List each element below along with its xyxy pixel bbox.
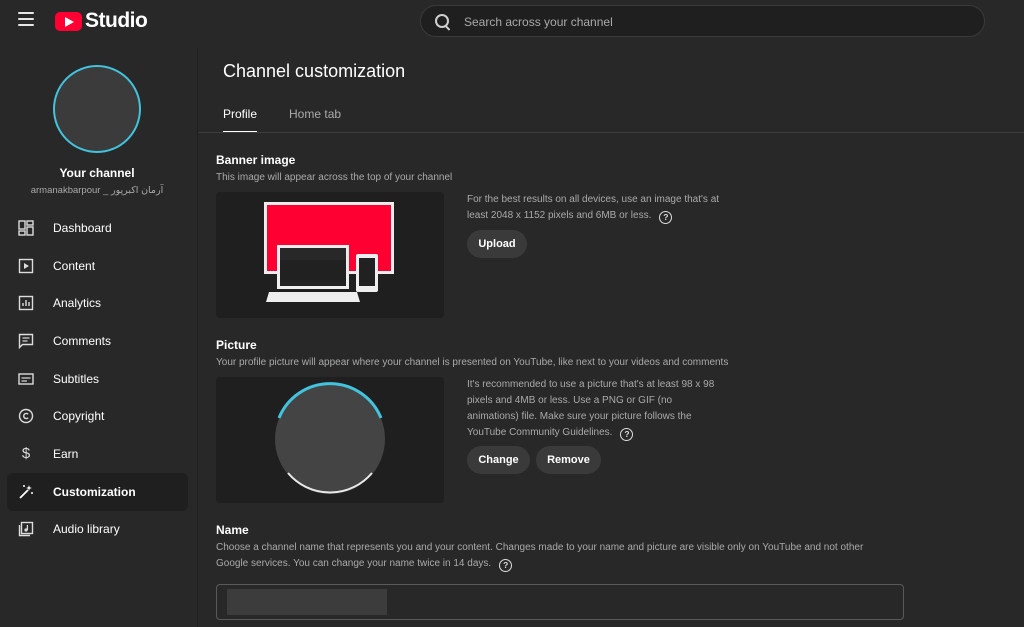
profile-picture-preview xyxy=(275,382,385,494)
sidebar-item-label: Customization xyxy=(53,484,136,499)
page-title: Channel customization xyxy=(223,61,406,81)
sidebar-item-dashboard[interactable]: Dashboard xyxy=(7,209,188,247)
picture-section-title: Picture xyxy=(216,338,257,352)
menu-icon[interactable] xyxy=(18,12,34,28)
sidebar-item-customization[interactable]: Customization xyxy=(7,472,188,511)
sidebar-item-analytics[interactable]: Analytics xyxy=(7,284,188,322)
picture-info-text: It's recommended to use a picture that's… xyxy=(467,379,715,438)
help-icon[interactable]: ? xyxy=(499,559,513,572)
sidebar-item-label: Content xyxy=(53,258,96,273)
picture-preview xyxy=(216,377,444,503)
sidebar-item-label: Subtitles xyxy=(53,371,100,386)
channel-title: Your channel xyxy=(59,166,135,180)
comments-icon xyxy=(18,333,34,349)
help-icon[interactable]: ? xyxy=(620,428,634,441)
sidebar-nav: Dashboard Content Analytics Comments Sub… xyxy=(7,209,188,548)
devices-illustration xyxy=(264,202,394,302)
sidebar-item-label: Comments xyxy=(53,333,112,348)
help-icon[interactable]: ? xyxy=(659,211,673,224)
picture-section-description: Your profile picture will appear where y… xyxy=(216,357,729,368)
channel-handle: armanakbarpour _ آرمان اکبرپور xyxy=(30,185,164,196)
sidebar: Your channel armanakbarpour _ آرمان اکبر… xyxy=(0,48,198,627)
top-bar: Studio xyxy=(0,0,1024,42)
main-content: Channel customization Profile Home tab B… xyxy=(199,42,1024,627)
sidebar-item-copyright[interactable]: Copyright xyxy=(7,397,188,435)
sidebar-item-subtitles[interactable]: Subtitles xyxy=(7,360,188,398)
tab-profile[interactable]: Profile xyxy=(223,102,258,133)
earn-icon: $ xyxy=(21,445,31,463)
audio-library-icon xyxy=(18,521,34,537)
sidebar-item-audio-library[interactable]: Audio library xyxy=(7,511,188,549)
sidebar-item-comments[interactable]: Comments xyxy=(7,322,188,360)
upload-button[interactable]: Upload xyxy=(467,230,527,258)
sidebar-item-label: Analytics xyxy=(53,296,102,311)
dashboard-icon xyxy=(18,220,34,236)
copyright-icon xyxy=(18,408,34,424)
search-input[interactable] xyxy=(464,13,964,31)
channel-name-field[interactable] xyxy=(216,584,904,620)
banner-section-description: This image will appear across the top of… xyxy=(216,172,453,183)
sidebar-item-earn[interactable]: $ Earn xyxy=(7,435,188,473)
name-section-description: Choose a channel name that represents yo… xyxy=(216,540,896,572)
search-bar[interactable] xyxy=(420,5,985,37)
redacted-name xyxy=(227,589,387,615)
channel-avatar[interactable] xyxy=(53,65,141,153)
sidebar-item-label: Earn xyxy=(53,446,79,461)
banner-preview xyxy=(216,192,444,318)
studio-logo[interactable]: Studio xyxy=(55,9,148,33)
tabs: Profile Home tab xyxy=(223,102,373,133)
name-section-title: Name xyxy=(216,523,249,537)
name-description-text: Choose a channel name that represents yo… xyxy=(216,542,864,569)
picture-info: It's recommended to use a picture that's… xyxy=(467,377,717,441)
logo-text: Studio xyxy=(85,9,148,32)
banner-info: For the best results on all devices, use… xyxy=(467,192,732,224)
sidebar-item-label: Dashboard xyxy=(53,220,112,235)
sidebar-item-content[interactable]: Content xyxy=(7,247,188,285)
remove-button[interactable]: Remove xyxy=(536,446,601,474)
customization-icon xyxy=(18,484,34,500)
tabs-divider xyxy=(199,132,1024,133)
sidebar-item-label: Copyright xyxy=(53,409,105,424)
analytics-icon xyxy=(18,295,34,311)
content-icon xyxy=(18,258,34,274)
search-icon[interactable] xyxy=(435,14,451,30)
youtube-logo-icon xyxy=(55,11,82,31)
banner-info-text: For the best results on all devices, use… xyxy=(467,194,720,221)
banner-section-title: Banner image xyxy=(216,153,296,167)
sidebar-item-label: Audio library xyxy=(53,522,120,537)
change-button[interactable]: Change xyxy=(467,446,530,474)
tab-home[interactable]: Home tab xyxy=(289,102,341,133)
subtitles-icon xyxy=(18,371,34,387)
